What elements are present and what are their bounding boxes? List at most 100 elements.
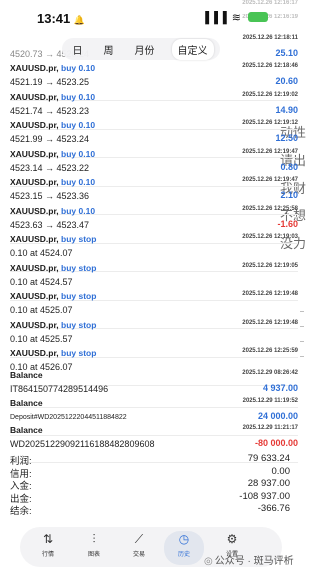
order-details: 4523.15 → 4523.36 [10,191,90,201]
bg-dash [300,341,304,342]
order-time: 2025.12.26 12:19:48 [242,291,298,297]
bg-dash [300,356,304,357]
order-time: 2025.12.26 12:19:47 [242,148,298,155]
order-profit: 0.80 [280,161,298,172]
order-action: buy stop [61,319,97,330]
order-symbol: XAUUSD.pr, [10,262,59,273]
order-time: 2025.12.26 12:19:03 [242,234,298,240]
order-profit: 2.10 [280,190,298,200]
order-symbol-line: XAUUSD.pr, buy stop [10,234,96,244]
order-symbol: XAUUSD.pr, [10,177,59,187]
order-time: 2025.12.26 12:19:48 [242,319,298,326]
order-symbol-line: XAUUSD.pr, buy 0.10 [10,120,95,130]
bg-dash [300,311,304,312]
order-time: 2025.12.26 12:19:05 [242,262,298,269]
order-profit: -1.60 [277,218,298,229]
order-time: 2025.12.26 12:19:12 [242,120,298,126]
order-symbol: XAUUSD.pr, [10,348,59,358]
history-icon: ◷ [178,532,190,546]
tab-history[interactable]: ◷ 历史 [164,531,204,565]
balance-title: Balance [10,397,43,408]
signal-icon: ▐▐▐ ≋ [201,12,242,24]
order-symbol-line: XAUUSD.pr, buy 0.10 [10,177,95,187]
order-action: buy 0.10 [61,120,96,130]
order-time: 2025.12.26 12:19:02 [242,91,298,98]
order-action: buy stop [61,262,97,273]
balance-title: Balance [10,370,43,380]
order-time: 2025.12.26 12:18:46 [242,63,298,69]
order-symbol: XAUUSD.pr, [10,319,59,330]
order-action: buy 0.10 [61,63,96,73]
order-details: 0.10 at 4525.07 [10,305,73,315]
balance-comment: IT864150774289514496 [10,384,109,394]
deal-time: 2025.12.26 12:18:11 [242,35,298,41]
order-details: 4523.63 → 4523.47 [10,219,90,230]
quotes-icon: ⇅ [42,532,54,546]
order-symbol-line: XAUUSD.pr, buy 0.10 [10,63,95,73]
gear-icon: ⚙ [226,532,238,546]
order-symbol: XAUUSD.pr, [10,120,59,130]
clock: 13:41 🔔 [37,11,86,26]
order-action: buy stop [61,348,97,358]
tab-chart[interactable]: ⫶ 图表 [74,531,114,565]
summary-line: 入金: 28 937.00 [10,478,298,492]
trade-icon: ⟋ [134,532,144,546]
summary-line: 结余: -366.76 [10,503,298,517]
period-week[interactable]: 周 [100,40,118,59]
order-symbol: XAUUSD.pr, [10,91,59,102]
period-day[interactable]: 日 [69,40,87,59]
order-details: 4521.99 → 4523.24 [10,134,90,144]
status-bar: 13:41 🔔 ▐▐▐ ≋ [0,0,306,34]
battery-charging-icon [248,12,268,22]
order-symbol: XAUUSD.pr, [10,291,59,301]
order-profit: 20.60 [275,76,298,86]
summary-line: 信用: 0.00 [10,466,298,480]
balance-amount: 4 937.00 [262,383,298,393]
order-details: 4523.14 → 4523.22 [10,162,90,173]
order-action: buy stop [61,291,97,301]
period-selector: 日 周 月份 自定义 [62,38,220,60]
summary-value: 28 937.00 [247,478,290,489]
order-action: buy 0.10 [61,205,96,216]
order-symbol-line: XAUUSD.pr, buy 0.10 [10,92,95,102]
order-details: 0.10 at 4524.57 [10,276,73,287]
order-time: 2025.12.26 12:25:58 [242,205,298,212]
order-symbol-line: XAUUSD.pr, buy stop [10,291,96,301]
order-profit: 12.50 [275,133,298,143]
bg-dash [300,326,304,327]
watermark: ◎ 公众号 · 斑马评析 [204,556,294,567]
tab-label: 行情 [41,552,54,558]
period-custom[interactable]: 自定义 [171,38,214,60]
chart-icon: ⫶ [92,532,96,546]
period-month[interactable]: 月份 [131,40,159,59]
summary-line: 利润: 79 633.24 [10,453,298,467]
order-details: 4521.19 → 4523.25 [10,77,90,87]
tab-trade[interactable]: ⟋ 交易 [119,531,159,565]
order-details: 4521.74 → 4523.23 [10,105,90,116]
summary-value: -108 937.00 [239,490,290,502]
summary-value: 79 633.24 [247,453,290,464]
order-profit: 14.90 [275,104,298,115]
tab-label: 交易 [132,552,145,558]
summary-label: 结余: [10,506,32,517]
order-action: buy stop [61,234,97,244]
order-symbol: XAUUSD.pr, [10,148,59,159]
tab-quotes[interactable]: ⇅ 行情 [28,531,68,565]
balance-time: 2025.12.29 11:21:17 [242,425,298,431]
order-symbol-line: XAUUSD.pr, buy stop [10,348,96,358]
tab-label: 历史 [177,552,190,558]
order-symbol: XAUUSD.pr, [10,205,59,216]
order-details: 0.10 at 4524.07 [10,248,73,258]
balance-comment: Deposit#WD20251222044511884822 [10,413,127,421]
balance-time: 2025.12.29 11:19:52 [242,397,298,404]
balance-amount: -80 000.00 [254,438,298,448]
order-symbol: XAUUSD.pr, [10,63,59,73]
order-details: 0.10 at 4525.57 [10,333,73,344]
summary-value: -366.76 [257,503,290,514]
wechat-icon: ◎ [204,556,213,567]
summary-line: 出金: -108 937.00 [10,490,298,505]
tab-label: 图表 [87,552,100,558]
order-time: 2025.12.26 12:19:47 [242,177,298,183]
balance-amount: 24 000.00 [257,410,298,421]
status-icons: ▐▐▐ ≋ [201,11,268,24]
